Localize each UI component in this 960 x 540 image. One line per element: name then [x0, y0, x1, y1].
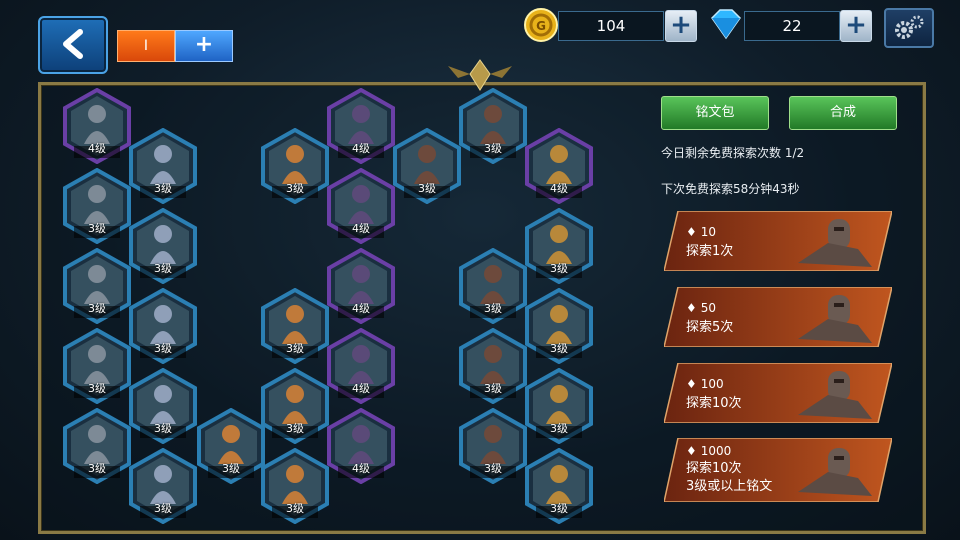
rune-slot-warrior[interactable]: 3级	[524, 287, 594, 365]
option-label: 探索10次	[686, 461, 742, 476]
rune-slot-warrior[interactable]: 3级	[524, 207, 594, 285]
rune-slot-knight[interactable]: 3级	[62, 327, 132, 405]
rune-level: 4级	[352, 222, 370, 235]
rune-slot-archer[interactable]: 3级	[260, 127, 330, 205]
rune-level: 4级	[352, 462, 370, 475]
gold-coin-icon: G	[524, 8, 558, 42]
option-cost: 50	[700, 301, 717, 315]
armored-knight-icon	[798, 219, 872, 267]
option-cost: 1000	[700, 444, 732, 458]
rune-level: 4级	[88, 142, 106, 155]
rune-level: 3级	[154, 182, 172, 195]
option-cost: 10	[700, 225, 717, 239]
rune-slot-warrior[interactable]: 3级	[524, 367, 594, 445]
armored-knight-icon	[798, 448, 872, 496]
explore-option-1[interactable]: ♦ 10 探索1次	[664, 211, 892, 271]
rune-level: 3级	[154, 422, 172, 435]
rune-level: 4级	[352, 382, 370, 395]
rune-level: 4级	[550, 182, 568, 195]
rune-slot-warrior[interactable]: 3级	[524, 447, 594, 525]
rune-level: 3级	[484, 462, 502, 475]
rune-slot-cavalry[interactable]: 3级	[458, 327, 528, 405]
option-sublabel: 3级或以上铭文	[686, 479, 773, 494]
rune-level: 3级	[286, 502, 304, 515]
tab-left[interactable]: I	[117, 30, 175, 62]
rune-slot-mage[interactable]: 4级	[326, 167, 396, 245]
option-label: 探索10次	[686, 396, 742, 411]
rune-slot-angel[interactable]: 3级	[128, 287, 198, 365]
rune-slot-cavalry[interactable]: 3级	[458, 247, 528, 325]
rune-level: 3级	[484, 382, 502, 395]
tab-add[interactable]: +	[175, 30, 233, 62]
rune-slot-archer[interactable]: 3级	[260, 287, 330, 365]
rune-slot-knight[interactable]: 3级	[62, 167, 132, 245]
rune-level: 3级	[484, 142, 502, 155]
add-gold-button[interactable]: +	[665, 10, 697, 42]
rune-slot-mage[interactable]: 4级	[326, 87, 396, 165]
diamond-icon: ♦	[686, 301, 697, 315]
rune-slot-angel[interactable]: 3级	[128, 207, 198, 285]
rune-slot-angel[interactable]: 3级	[128, 127, 198, 205]
explore-option-5[interactable]: ♦ 50 探索5次	[664, 287, 892, 347]
gem-amount: 22	[744, 11, 840, 41]
rune-slot-mage[interactable]: 4级	[326, 327, 396, 405]
rune-slot-cavalry[interactable]: 3级	[392, 127, 462, 205]
rune-level: 3级	[154, 262, 172, 275]
option-label: 探索1次	[686, 244, 734, 259]
rune-level: 3级	[550, 502, 568, 515]
rune-level: 3级	[88, 462, 106, 475]
add-gem-button[interactable]: +	[840, 10, 872, 42]
rune-level: 3级	[550, 342, 568, 355]
rune-slot-angel[interactable]: 3级	[128, 367, 198, 445]
rune-level: 3级	[286, 342, 304, 355]
armored-knight-icon	[798, 371, 872, 419]
rune-slot-knight[interactable]: 3级	[62, 247, 132, 325]
rune-level: 4级	[352, 142, 370, 155]
combine-button[interactable]: 合成	[789, 96, 897, 130]
rune-slot-knight[interactable]: 3级	[62, 407, 132, 485]
rune-level: 3级	[418, 182, 436, 195]
rune-level: 4级	[352, 302, 370, 315]
rune-level: 3级	[222, 462, 240, 475]
rune-level: 3级	[286, 182, 304, 195]
diamond-icon: ♦	[686, 377, 697, 391]
diamond-icon: ♦	[686, 444, 697, 458]
rune-slot-warrior[interactable]: 4级	[524, 127, 594, 205]
rune-level: 3级	[88, 382, 106, 395]
chevron-left-icon	[63, 29, 83, 59]
option-label: 探索5次	[686, 320, 734, 335]
option-cost: 100	[700, 377, 724, 391]
rune-level: 3级	[286, 422, 304, 435]
rune-slot-angel[interactable]: 3级	[128, 447, 198, 525]
rune-slot-archer[interactable]: 3级	[260, 447, 330, 525]
gear-icon	[895, 15, 924, 39]
rune-level: 3级	[550, 262, 568, 275]
rune-slot-mage[interactable]: 4级	[326, 407, 396, 485]
free-explore-count: 今日剩余免费探索次数 1/2	[661, 146, 805, 160]
rune-level: 3级	[154, 502, 172, 515]
rune-level: 3级	[550, 422, 568, 435]
rune-level: 3级	[88, 222, 106, 235]
rune-slot-knight[interactable]: 4级	[62, 87, 132, 165]
rune-level: 3级	[88, 302, 106, 315]
explore-option-10[interactable]: ♦ 100 探索10次	[664, 363, 892, 423]
armored-knight-icon	[798, 295, 872, 343]
rune-slot-archer[interactable]: 3级	[196, 407, 266, 485]
rune-level: 3级	[484, 302, 502, 315]
rune-slot-archer[interactable]: 3级	[260, 367, 330, 445]
gold-amount: 104	[558, 11, 664, 41]
settings-button[interactable]	[884, 8, 934, 48]
back-button[interactable]	[38, 16, 108, 74]
explore-option-premium[interactable]: ♦ 1000 探索10次 3级或以上铭文	[664, 438, 892, 502]
rune-pack-button[interactable]: 铭文包	[661, 96, 769, 130]
rune-level: 3级	[154, 342, 172, 355]
rune-slot-cavalry[interactable]: 3级	[458, 407, 528, 485]
rune-slot-mage[interactable]: 4级	[326, 247, 396, 325]
diamond-icon: ♦	[686, 225, 697, 239]
svg-text:G: G	[536, 19, 546, 33]
next-free-timer: 下次免费探索58分钟43秒	[661, 182, 800, 196]
rune-slot-cavalry[interactable]: 3级	[458, 87, 528, 165]
wing-emblem-icon	[444, 58, 516, 92]
diamond-icon	[706, 8, 746, 40]
